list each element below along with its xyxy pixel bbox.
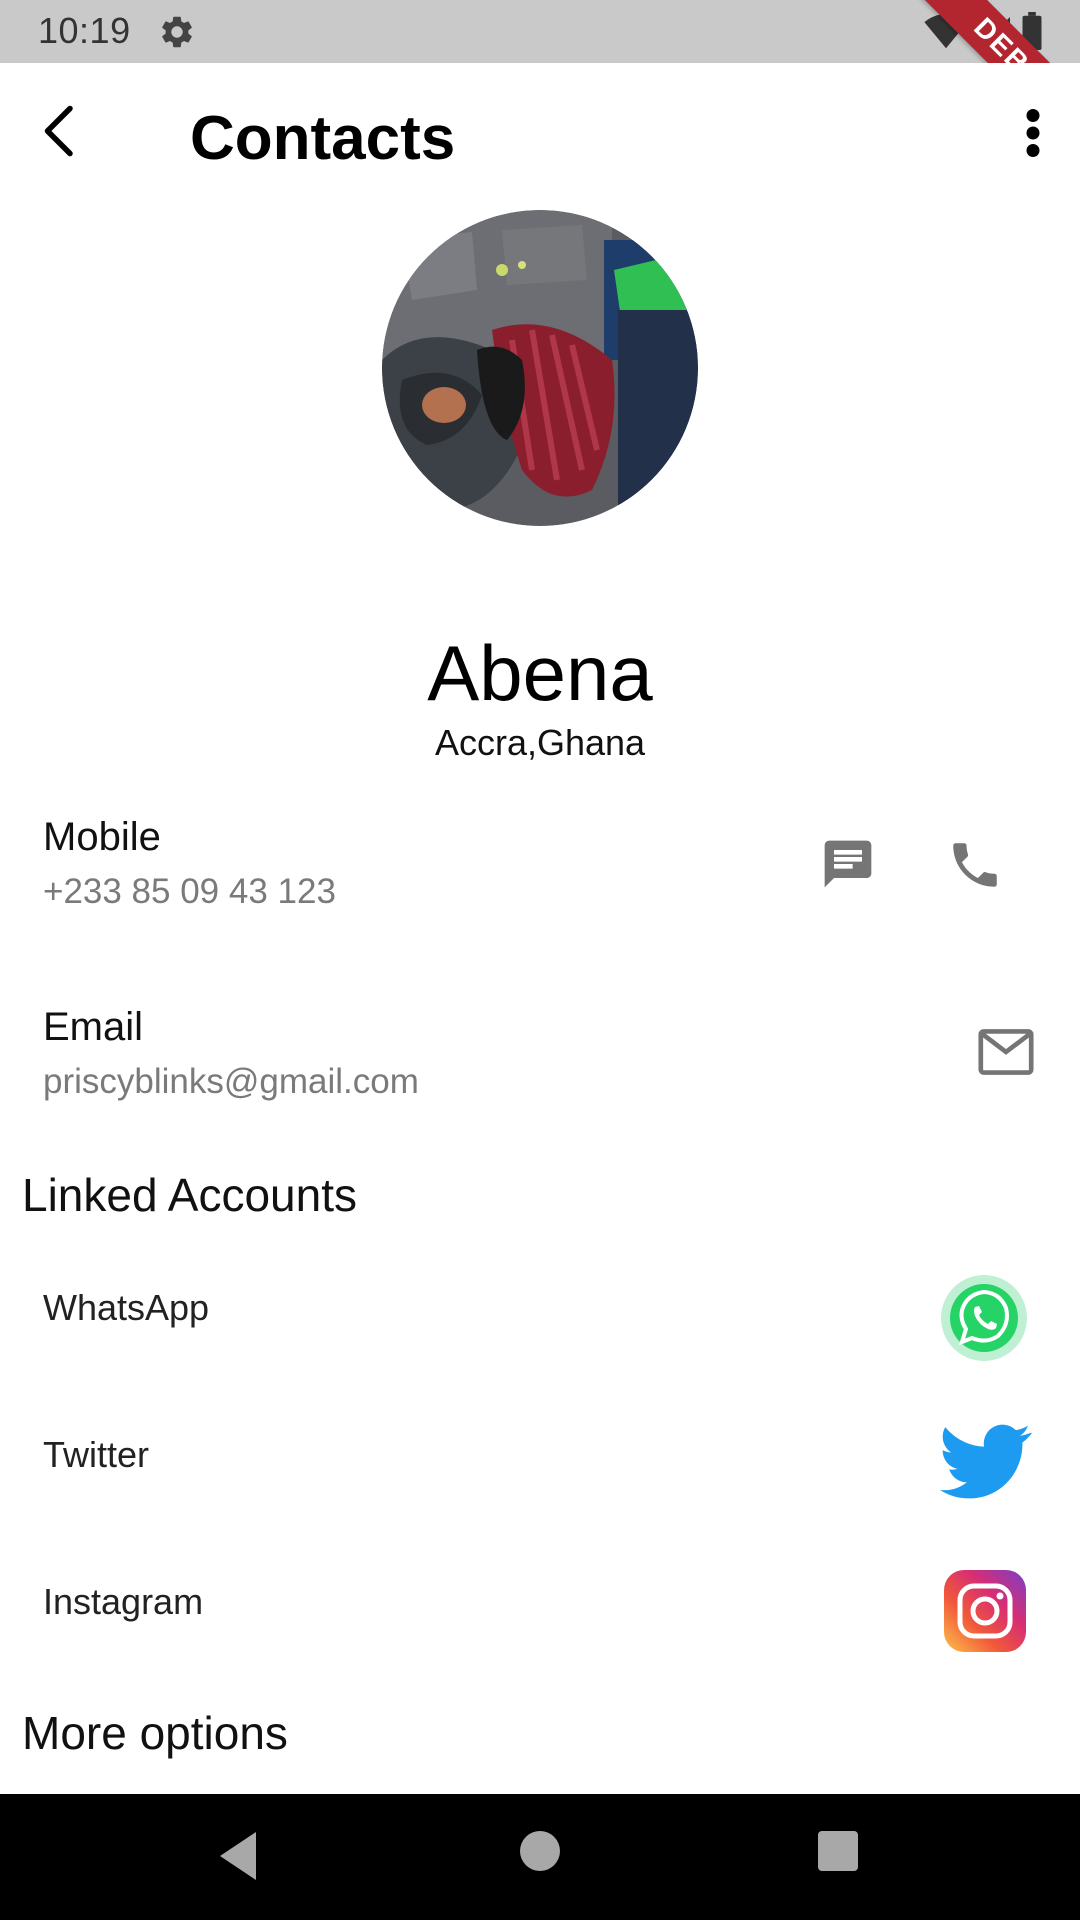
nav-home-icon[interactable] [520,1831,560,1871]
linked-accounts-title: Linked Accounts [22,1169,358,1221]
phone-icon[interactable] [946,836,1004,894]
status-bar: 10:19 [0,0,1080,63]
whatsapp-icon[interactable] [940,1274,1028,1362]
system-navigation-bar [0,1794,1080,1920]
twitter-icon[interactable] [940,1422,1032,1502]
account-label-twitter: Twitter [43,1434,150,1475]
email-label: Email [43,1005,144,1049]
mail-icon[interactable] [978,1028,1034,1076]
nav-back-icon[interactable] [216,1830,260,1882]
mobile-label: Mobile [43,815,161,859]
more-options-title: More options [22,1707,288,1759]
contact-detail-screen: 10:19 DEBUG Contacts Abena Accra,Ghana M… [0,0,1080,1920]
account-label-instagram: Instagram [43,1581,204,1622]
message-icon[interactable] [818,836,878,892]
avatar [382,210,698,526]
contact-name: Abena [427,629,653,717]
email-address[interactable]: priscyblinks@gmail.com [43,1062,419,1102]
page-title: Contacts [190,104,456,173]
account-label-whatsapp: WhatsApp [43,1287,210,1328]
contact-location: Accra,Ghana [434,722,646,763]
status-time: 10:19 [38,10,131,51]
back-arrow-icon[interactable] [30,101,90,161]
settings-gear-icon [162,16,192,48]
nav-recents-icon[interactable] [818,1831,858,1871]
mobile-number[interactable]: +233 85 09 43 123 [43,872,336,912]
app-bar: Contacts [0,63,1080,208]
instagram-icon[interactable] [944,1570,1026,1652]
more-vert-icon[interactable] [1008,103,1058,163]
